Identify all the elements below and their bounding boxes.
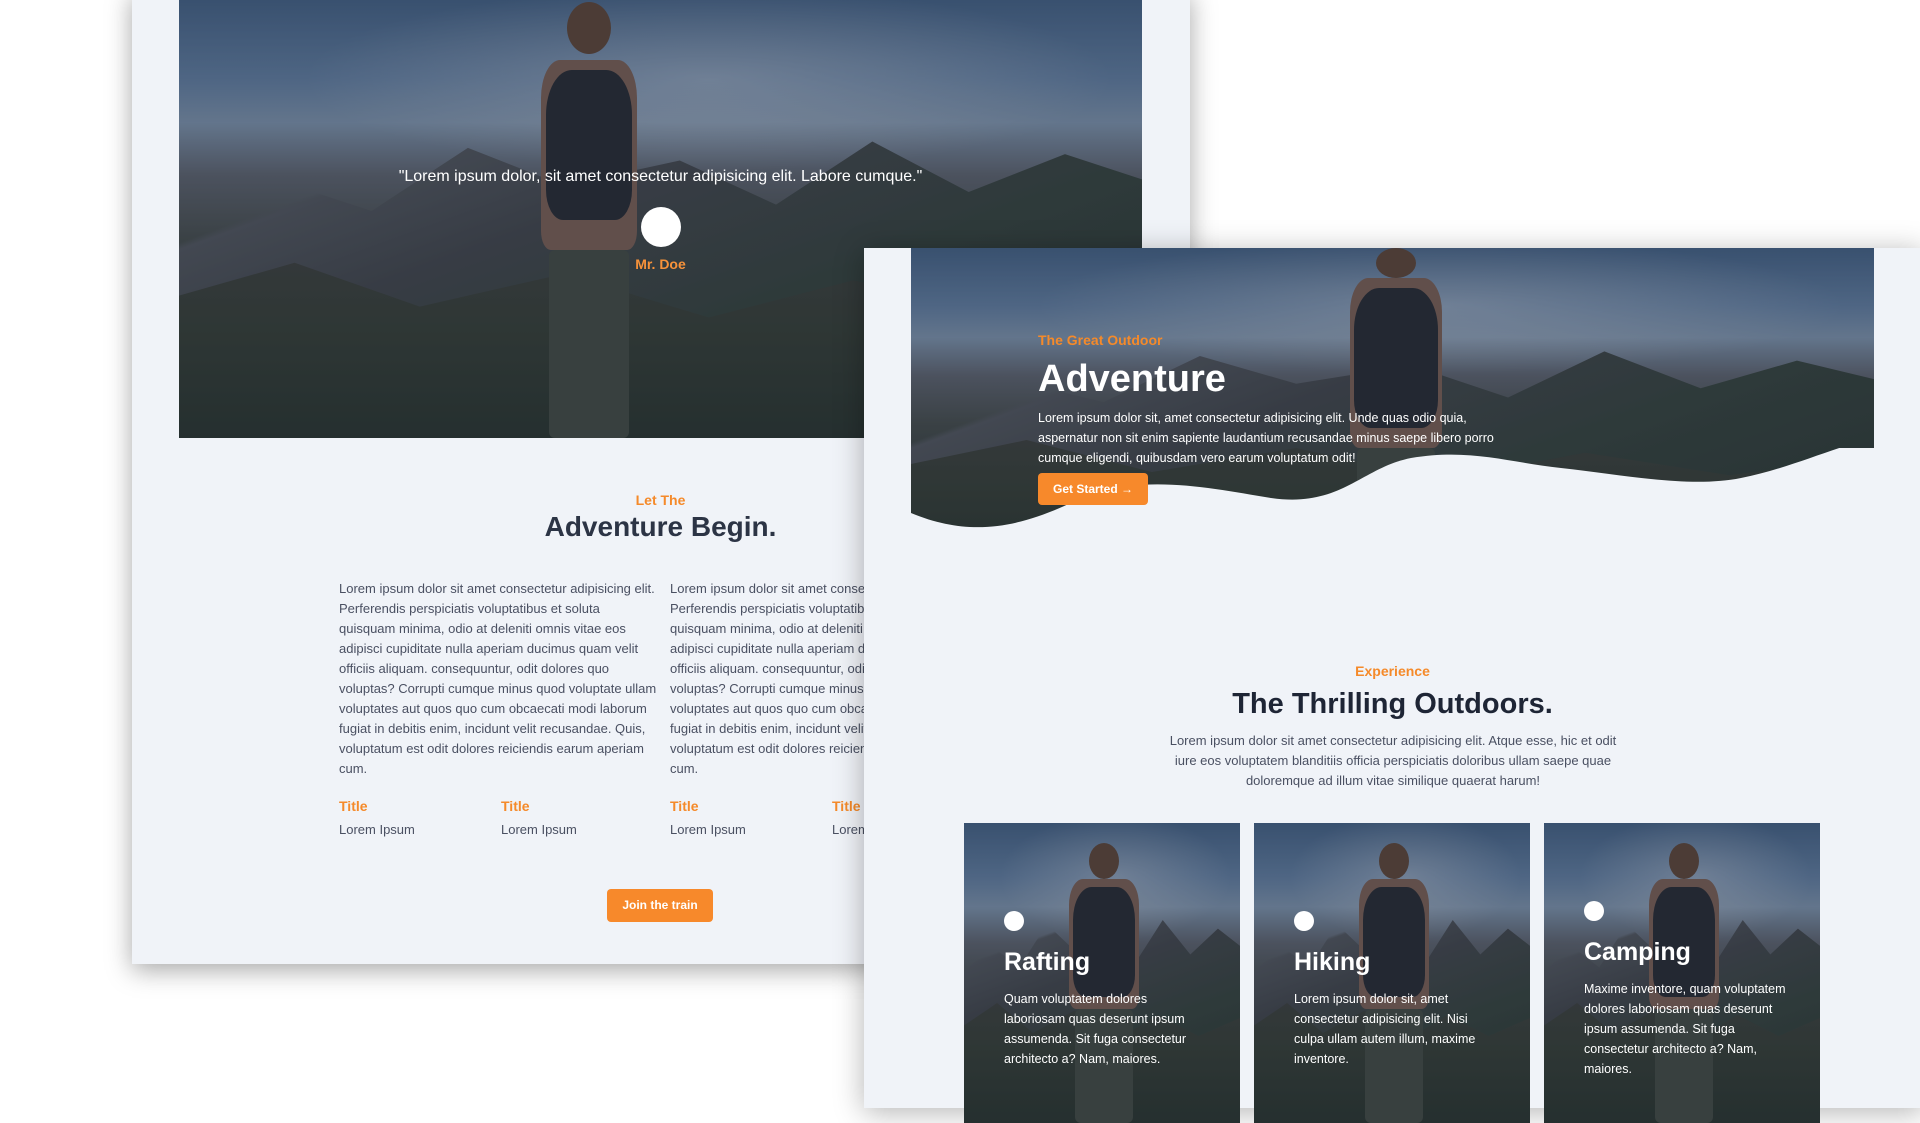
section-description: Lorem ipsum dolor sit amet consectetur a… (1169, 733, 1617, 788)
card-title: Camping (1584, 938, 1691, 966)
front-page-preview: The Great Outdoor Adventure Lorem ipsum … (864, 248, 1920, 1123)
text-column-1: Lorem ipsum dolor sit amet consectetur a… (339, 581, 657, 776)
activity-card-camping[interactable]: Camping Maxime inventore, quam voluptate… (1544, 823, 1820, 1123)
stat-value: Lorem Ipsum (501, 822, 577, 837)
avatar (640, 207, 681, 247)
stat-title: Title (339, 798, 368, 814)
section-heading: The Thrilling Outdoors. (1232, 688, 1553, 720)
activity-card-hiking[interactable]: Hiking Lorem ipsum dolor sit, amet conse… (1254, 823, 1530, 1123)
get-started-button[interactable]: Get Started → (1038, 473, 1148, 505)
stat-title: Title (670, 798, 699, 814)
hero-title: Adventure (1038, 358, 1226, 400)
card-description: Quam voluptatem dolores laboriosam quas … (1004, 992, 1187, 1066)
stat-value: Lorem Ipsum (670, 822, 746, 837)
hero-eyebrow: The Great Outdoor (1038, 332, 1163, 348)
stat-item: Title Lorem Ipsum (501, 798, 651, 837)
card-title: Hiking (1294, 948, 1371, 976)
hero-description: Lorem ipsum dolor sit, amet consectetur … (1038, 411, 1494, 465)
stat-title: Title (501, 798, 530, 814)
stat-item: Title Lorem Ipsum (339, 798, 489, 837)
card-description: Maxime inventore, quam voluptatem dolore… (1584, 982, 1786, 1076)
stat-item: Title Lorem Ipsum (670, 798, 820, 837)
hero-mountain-image: The Great Outdoor Adventure Lorem ipsum … (911, 248, 1874, 568)
card-title: Rafting (1004, 948, 1091, 976)
join-button[interactable]: Join the train (607, 889, 713, 922)
stat-value: Lorem Ipsum (339, 822, 415, 837)
testimonial-quote: "Lorem ipsum dolor, sit amet consectetur… (398, 168, 923, 185)
card-icon (1584, 901, 1604, 921)
card-icon (1004, 911, 1024, 931)
activity-card-rafting[interactable]: Rafting Quam voluptatem dolores laborios… (964, 823, 1240, 1123)
card-description: Lorem ipsum dolor sit, amet consectetur … (1294, 992, 1476, 1066)
card-icon (1294, 911, 1314, 931)
section-eyebrow: Experience (1355, 663, 1430, 679)
